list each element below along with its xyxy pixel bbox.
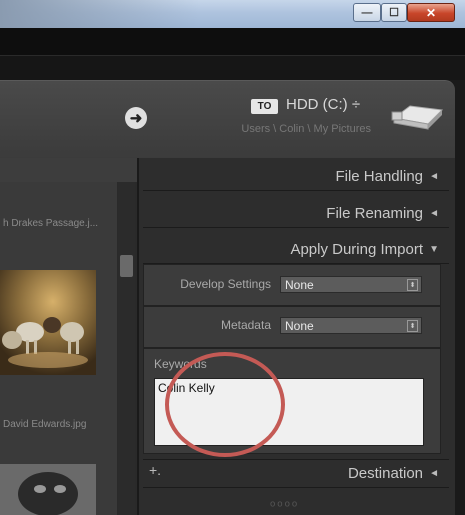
minimize-icon: — — [361, 6, 373, 19]
hard-drive-icon — [391, 105, 444, 130]
horses-photo-image — [0, 270, 96, 375]
minimize-button[interactable]: — — [353, 3, 381, 22]
destination-section[interactable]: Destination ◄ — [143, 459, 449, 488]
metadata-dropdown[interactable]: None ⬍ — [280, 317, 422, 334]
add-plus-icon[interactable]: +. — [149, 462, 161, 478]
module-band — [0, 56, 465, 80]
close-button[interactable]: ✕ — [407, 3, 455, 22]
thumbnail-filename: h Drakes Passage.j... — [3, 218, 99, 229]
apply-during-import-section[interactable]: Apply During Import ▼ — [143, 235, 449, 264]
wolf-photo-image — [0, 464, 96, 515]
file-handling-label: File Handling — [335, 167, 423, 185]
titlebar-fade — [0, 0, 200, 28]
annotation-circle — [165, 352, 285, 457]
grid-scrollbar-thumb[interactable] — [120, 255, 133, 277]
grid-header — [0, 158, 137, 182]
thumbnail-horses-photo[interactable] — [0, 270, 96, 375]
develop-settings-dropdown[interactable]: None ⬍ — [280, 276, 422, 293]
maximize-button[interactable]: ☐ — [381, 3, 407, 22]
file-renaming-label: File Renaming — [326, 204, 423, 222]
panel-end-ornament: ᵒᵒᵒᵒ — [270, 497, 300, 513]
collapse-left-icon: ◄ — [429, 468, 439, 479]
close-icon: ✕ — [425, 5, 437, 20]
collapse-left-icon: ◄ — [429, 207, 439, 219]
apply-during-import-label: Apply During Import — [290, 240, 423, 258]
dropdown-stepper-icon: ⬍ — [407, 279, 418, 291]
dropdown-stepper-icon: ⬍ — [407, 320, 418, 332]
develop-settings-label: Develop Settings — [180, 277, 271, 291]
arrow-right-icon[interactable]: ➜ — [125, 107, 147, 129]
maximize-icon: ☐ — [389, 7, 399, 19]
destination-label: Destination — [347, 465, 423, 482]
destination-dropdown[interactable]: HDD (C:) ÷ — [286, 96, 360, 113]
menubar — [0, 28, 465, 56]
destination-path: Users \ Colin \ My Pictures — [241, 123, 371, 135]
grid-scrollbar[interactable] — [118, 182, 135, 515]
thumbnail-wolf-photo[interactable] — [0, 464, 96, 515]
file-renaming-section[interactable]: File Renaming ◄ — [143, 199, 449, 228]
import-header — [0, 80, 455, 159]
develop-settings-value: None — [285, 277, 314, 292]
to-badge: TO — [251, 99, 278, 114]
metadata-label: Metadata — [220, 318, 271, 332]
expand-down-icon: ▼ — [429, 243, 439, 255]
metadata-value: None — [285, 318, 314, 333]
collapse-left-icon: ◄ — [429, 170, 439, 182]
thumbnail-filename: David Edwards.jpg — [3, 419, 87, 430]
file-handling-section[interactable]: File Handling ◄ — [143, 162, 449, 191]
